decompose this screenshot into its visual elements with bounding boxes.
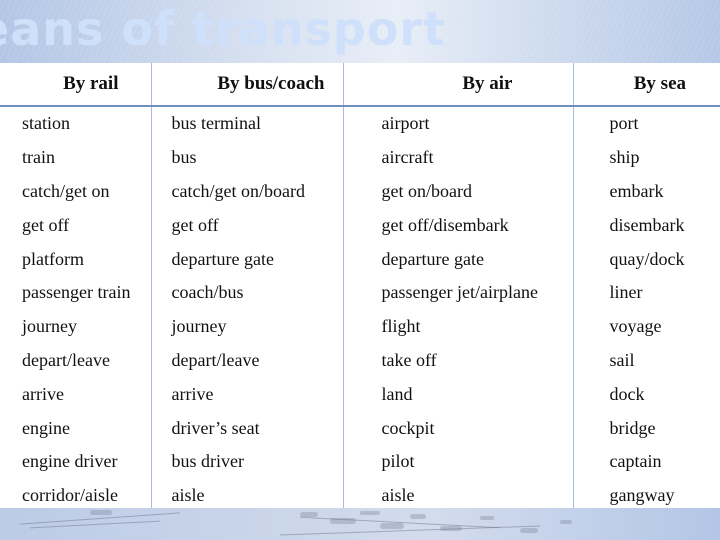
table-row: journey journey flight voyage <box>0 309 720 344</box>
cell-air: pilot <box>342 444 573 479</box>
cell-sea: port <box>572 106 720 141</box>
cell-rail: train <box>22 147 55 168</box>
table-row: get off get off get off/disembark disembark <box>0 208 720 243</box>
vocabulary-table: By rail By bus/coach By air By sea stati… <box>0 63 720 513</box>
cell-air: cockpit <box>342 411 573 445</box>
cell-rail: catch/get on <box>22 180 110 201</box>
cell-sea: voyage <box>572 309 720 344</box>
transport-vocabulary-table: By rail By bus/coach By air By sea stati… <box>0 63 720 513</box>
cell-sea: embark <box>572 174 720 209</box>
cell-air: get on/board <box>342 174 573 209</box>
table-row: train bus aircraft ship <box>0 140 720 175</box>
cell-bus-coach: coach/bus <box>150 275 343 310</box>
cell-bus-coach: arrive <box>150 377 343 412</box>
cell-bus-coach: bus <box>150 140 343 175</box>
cell-sea: quay/dock <box>572 242 720 276</box>
column-header-air: By air <box>342 63 573 107</box>
cell-rail: station <box>22 113 70 134</box>
cell-air: flight <box>342 309 573 344</box>
cell-rail: platform <box>22 248 84 269</box>
cell-rail: get off <box>22 214 70 235</box>
cell-rail: arrive <box>22 383 64 404</box>
column-header-rail: By rail <box>0 63 151 107</box>
table-row: arrive arrive land dock <box>0 377 720 412</box>
cell-air: airport <box>342 106 573 141</box>
cell-bus-coach: bus terminal <box>150 106 343 141</box>
column-header-sea: By sea <box>572 63 720 107</box>
bottom-map-decoration <box>0 508 720 540</box>
cell-rail: engine driver <box>22 451 118 472</box>
cell-rail: journey <box>22 316 77 337</box>
cell-bus-coach: departure gate <box>150 242 343 276</box>
cell-sea: sail <box>572 343 720 378</box>
cell-air: departure gate <box>342 242 573 276</box>
table-row: engine driver’s seat cockpit bridge <box>0 411 720 445</box>
cell-sea: disembark <box>572 208 720 243</box>
header-row: By rail By bus/coach By air By sea <box>0 63 720 107</box>
slide-title: eans of transport <box>0 2 447 56</box>
cell-sea: liner <box>572 275 720 310</box>
cell-air: get off/disembark <box>342 208 573 243</box>
cell-bus-coach: depart/leave <box>150 343 343 378</box>
table-row: station bus terminal airport port <box>0 106 720 141</box>
table-row: platform departure gate departure gate quay… <box>0 242 720 276</box>
table-row: depart/leave depart/leave take off sail <box>0 343 720 378</box>
cell-rail: passenger train <box>22 282 131 303</box>
cell-bus-coach: journey <box>150 309 343 344</box>
cell-rail: depart/leave <box>22 349 110 370</box>
cell-sea: captain <box>572 444 720 479</box>
cell-rail: engine <box>22 417 70 438</box>
table-row: catch/get on catch/get on/board get on/boa… <box>0 174 720 209</box>
cell-sea: dock <box>572 377 720 412</box>
cell-air: take off <box>342 343 573 378</box>
table-row: engine driver bus driver pilot captain <box>0 444 720 479</box>
cell-air: passenger jet/airplane <box>342 275 573 310</box>
cell-bus-coach: get off <box>150 208 343 243</box>
column-header-bus-coach: By bus/coach <box>150 63 343 107</box>
cell-bus-coach: bus driver <box>150 444 343 479</box>
cell-bus-coach: driver’s seat <box>150 411 343 445</box>
cell-bus-coach: catch/get on/board <box>150 174 343 209</box>
table-row: passenger train coach/bus passenger jet/ai… <box>0 275 720 310</box>
cell-sea: bridge <box>572 411 720 445</box>
cell-sea: ship <box>572 140 720 175</box>
cell-air: land <box>342 377 573 412</box>
cell-air: aircraft <box>342 140 573 175</box>
